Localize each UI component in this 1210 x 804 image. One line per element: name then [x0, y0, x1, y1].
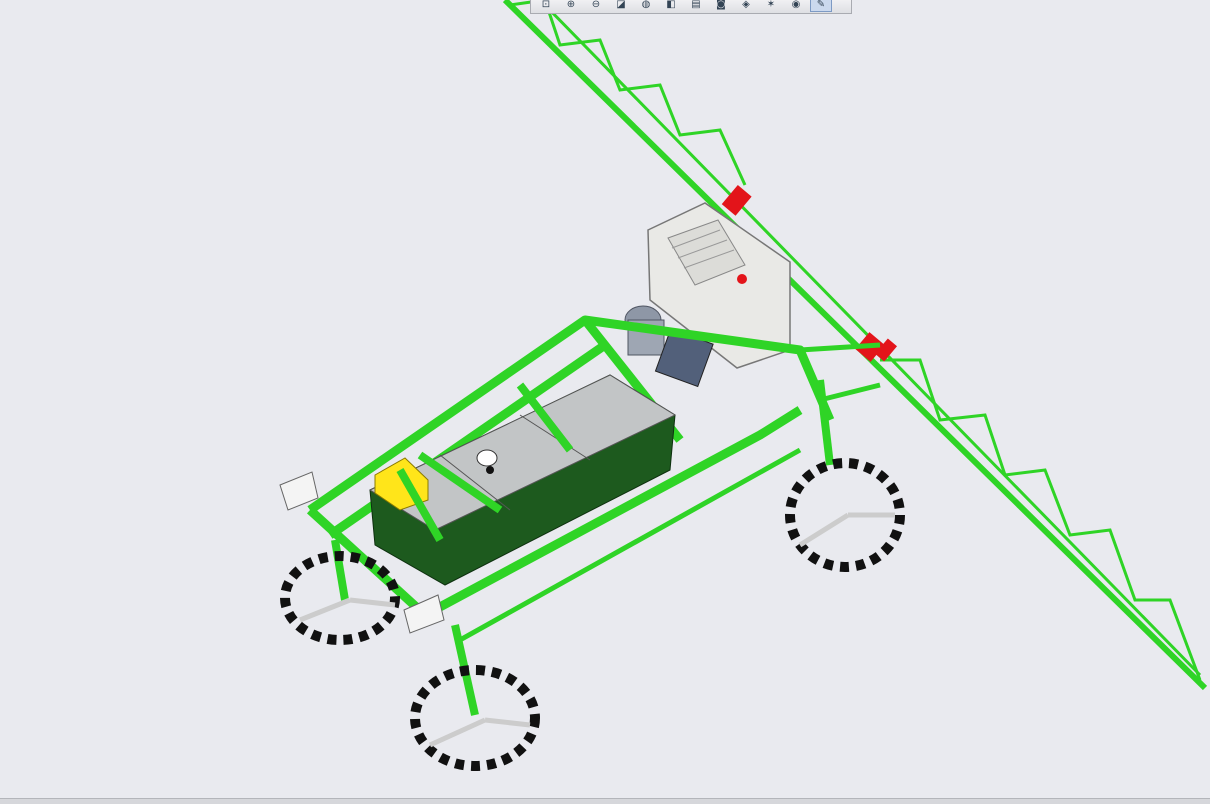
3d-viewport[interactable]: ⊡ ⊕ ⊖ ◪ ◍ ◧ ▤ ◙ ◈ ✶ ◉ ✎: [0, 0, 1210, 798]
camera-icon: ◙: [716, 0, 726, 10]
wheel-rear-right: [785, 458, 905, 572]
shading-icon: ◍: [641, 0, 651, 10]
sheet-button[interactable]: ▤: [685, 0, 707, 12]
status-bar: [0, 798, 1210, 804]
spray-boom: [502, 0, 1208, 691]
wheel-front-right: [410, 665, 540, 771]
view-toolbar: ⊡ ⊕ ⊖ ◪ ◍ ◧ ▤ ◙ ◈ ✶ ◉ ✎: [530, 0, 852, 14]
rotate-icon: ◪: [616, 0, 626, 10]
eye-button[interactable]: ◉: [785, 0, 807, 12]
emergency-stop-icon: [737, 274, 747, 284]
eye-icon: ◉: [791, 0, 801, 10]
zoom-area-icon: ⊡: [541, 0, 551, 10]
camera-button[interactable]: ◙: [710, 0, 732, 12]
view-orientation-icon: ◧: [666, 0, 676, 10]
hide-show-icon: ✶: [766, 0, 776, 10]
zoom-out-icon: ⊖: [591, 0, 601, 10]
hide-show-button[interactable]: ✶: [760, 0, 782, 12]
sketch-tool-button[interactable]: ✎: [810, 0, 832, 12]
zoom-in-button[interactable]: ⊕: [560, 0, 582, 12]
zoom-area-button[interactable]: ⊡: [535, 0, 557, 12]
sprayer-model[interactable]: [0, 0, 1210, 798]
view-orientation-button[interactable]: ◧: [660, 0, 682, 12]
rotate-button[interactable]: ◪: [610, 0, 632, 12]
zoom-out-button[interactable]: ⊖: [585, 0, 607, 12]
display-style-button[interactable]: ◈: [735, 0, 757, 12]
shading-button[interactable]: ◍: [635, 0, 657, 12]
zoom-in-icon: ⊕: [566, 0, 576, 10]
sheet-icon: ▤: [691, 0, 701, 10]
sketch-tool-icon: ✎: [816, 0, 826, 10]
display-style-icon: ◈: [742, 0, 750, 10]
